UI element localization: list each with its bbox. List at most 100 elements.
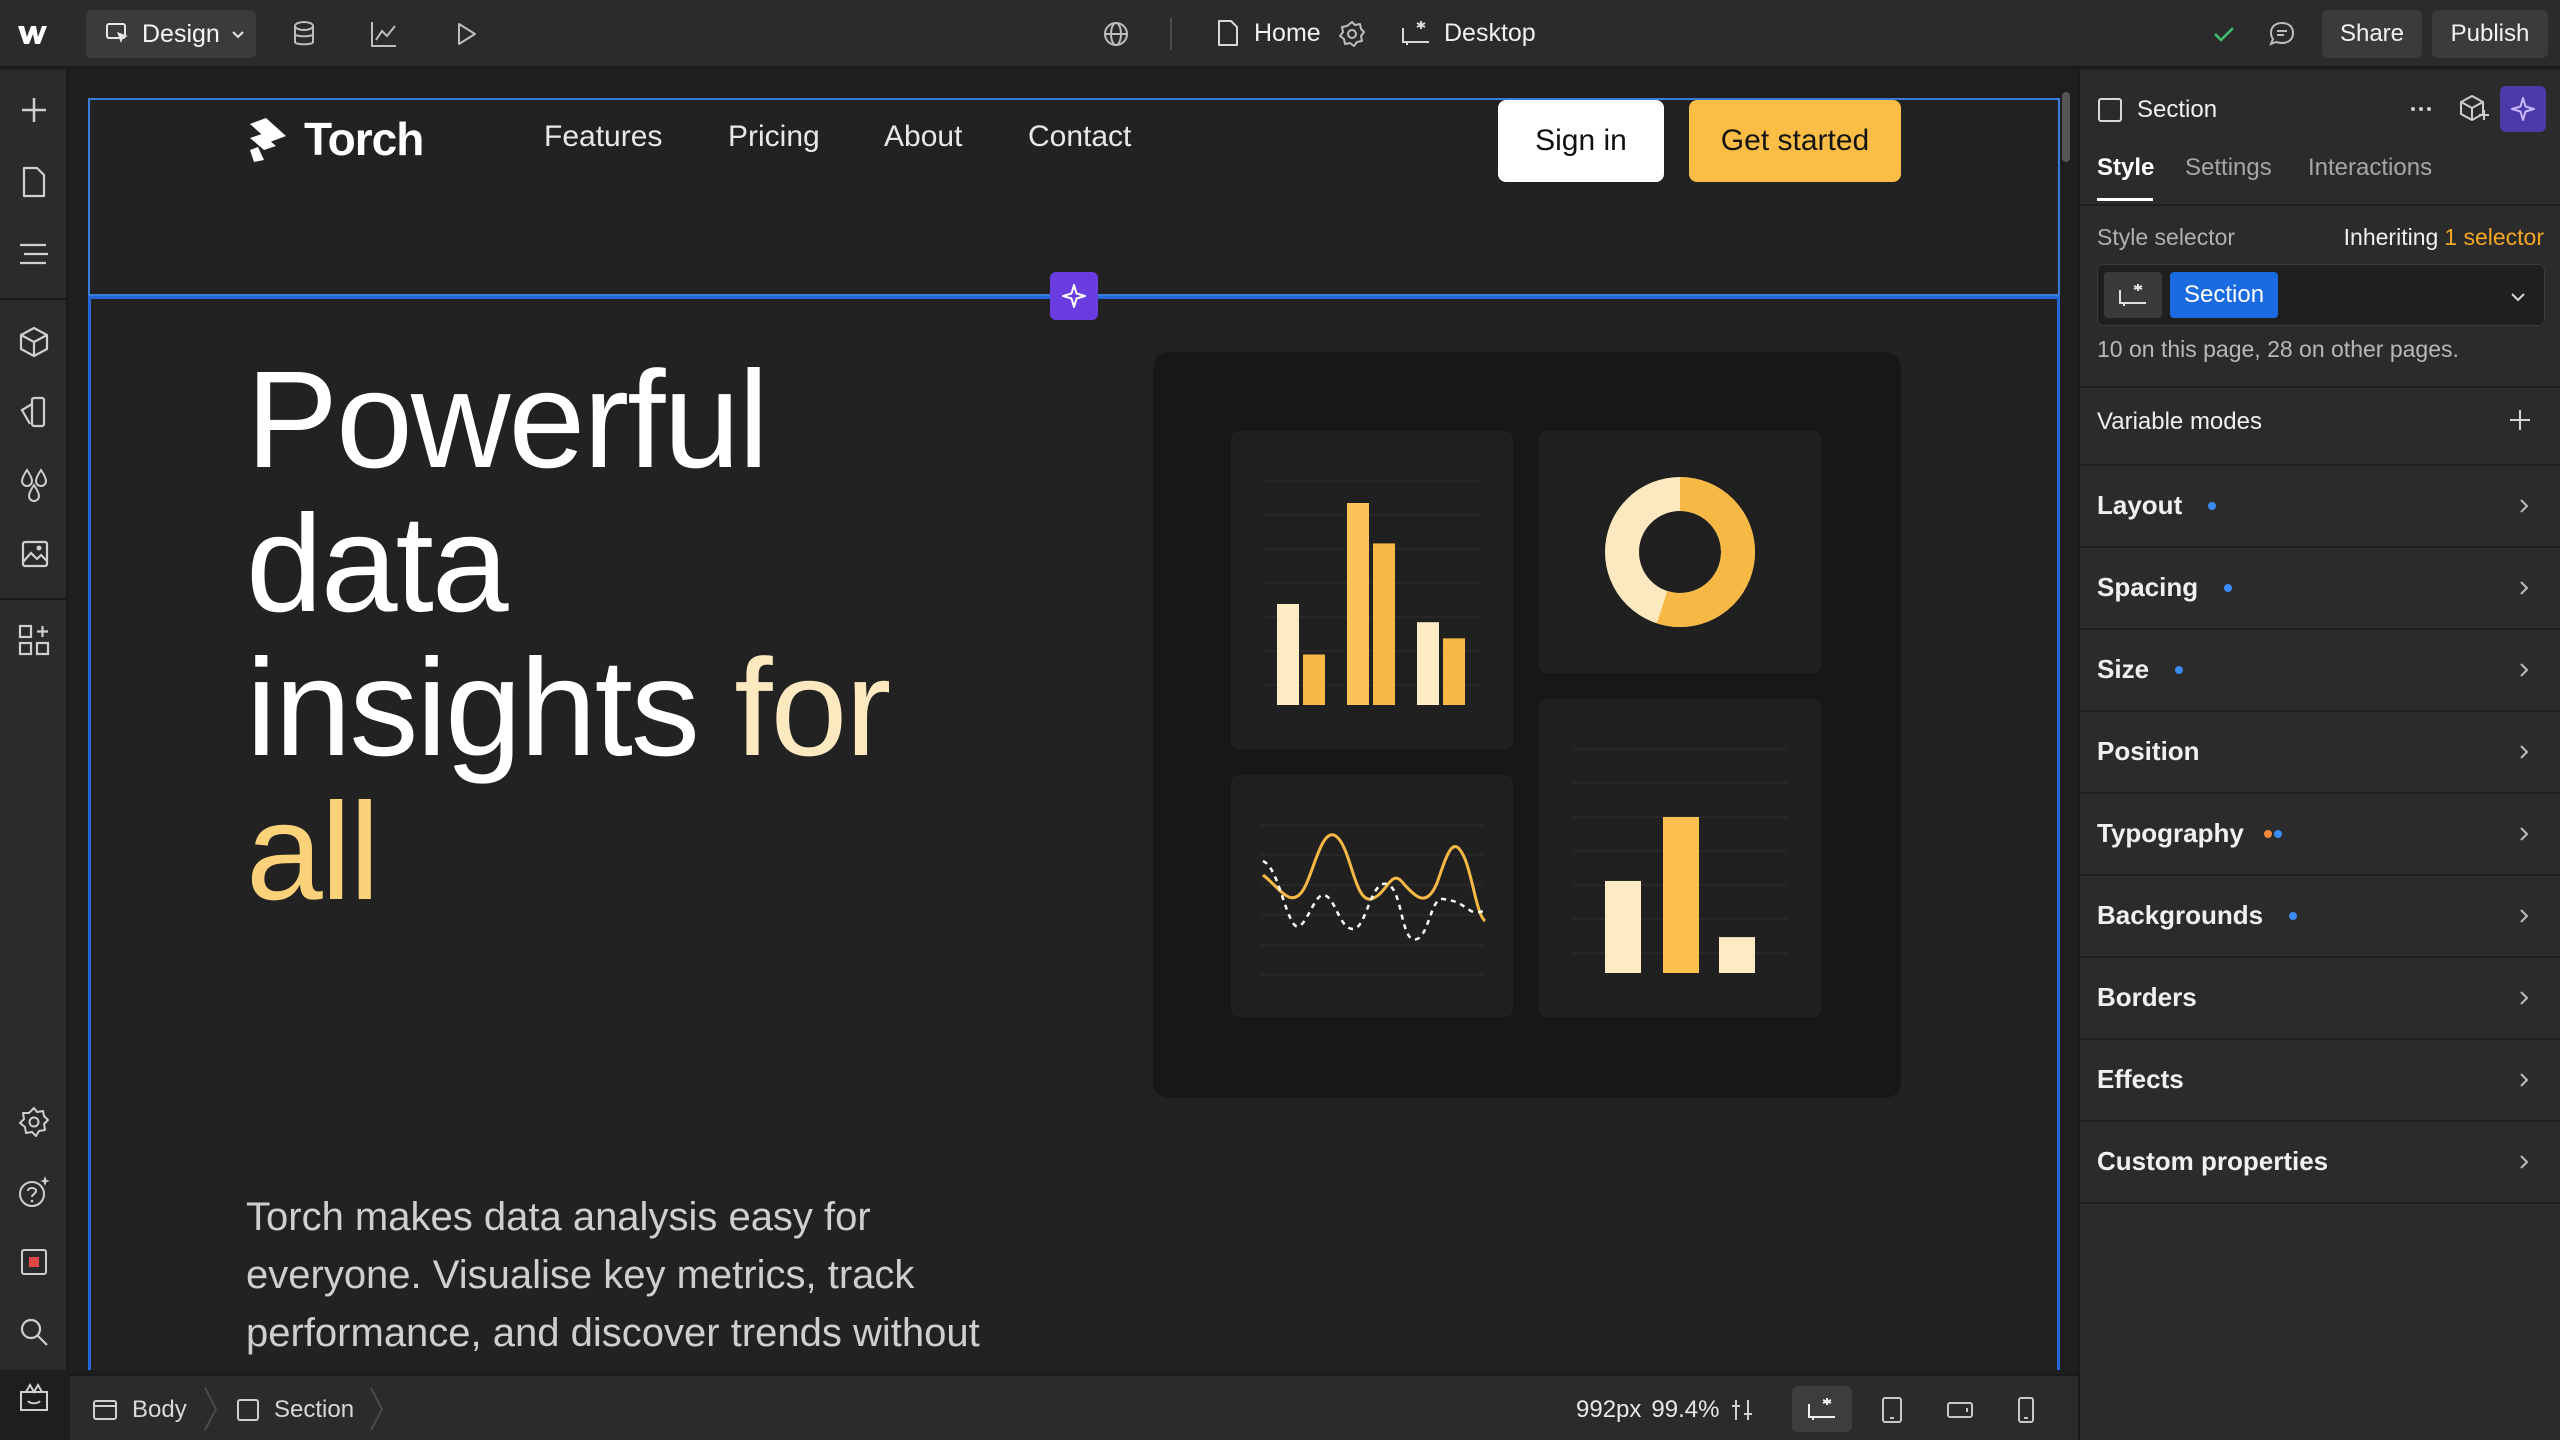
modified-indicator-dot — [2289, 911, 2298, 920]
property-label-text: Spacing — [2097, 572, 2199, 602]
section-divider — [2080, 386, 2560, 388]
more-options-icon[interactable] — [2406, 94, 2436, 124]
page-settings-gear-icon[interactable] — [1336, 18, 1368, 50]
canvas-size-readout[interactable]: 992px 99.4% — [1576, 1396, 1755, 1424]
site-brand[interactable]: Torch — [246, 112, 424, 166]
variables-drops-icon[interactable] — [16, 466, 52, 502]
apps-icon[interactable] — [16, 622, 52, 658]
headline-accent-for: for — [734, 631, 891, 785]
bar-chart-card — [1231, 431, 1513, 749]
breakpoint-selector[interactable]: Desktop — [1400, 18, 1536, 48]
chevron-right-icon — [2520, 1073, 2529, 1087]
breadcrumb-separator — [204, 1387, 218, 1431]
add-variable-mode-icon[interactable] — [2506, 406, 2534, 434]
navigator-icon[interactable] — [16, 236, 52, 272]
canvas-scrollbar[interactable] — [2060, 80, 2070, 1370]
bar-chart-1 — [1265, 480, 1479, 705]
share-button[interactable]: Share — [2322, 10, 2422, 58]
selected-element-name: Section — [2137, 96, 2218, 123]
marketplace-icon[interactable] — [16, 1380, 52, 1416]
assets-image-icon[interactable] — [16, 536, 52, 572]
property-section-borders[interactable]: Borders — [2080, 958, 2560, 1040]
inheriting-selector-link[interactable]: 1 selector — [2444, 224, 2544, 251]
breadcrumb-body[interactable]: Body — [92, 1396, 187, 1424]
property-section-layout[interactable]: Layout — [2080, 466, 2560, 548]
help-ai-icon[interactable] — [16, 1174, 52, 1210]
ai-assistant-badge[interactable] — [1050, 272, 1098, 320]
inheriting-info: Inheriting 1 selector — [2344, 224, 2544, 251]
create-component-icon[interactable] — [2458, 92, 2490, 124]
modified-dot — [2273, 829, 2282, 838]
sparkle-icon — [1062, 284, 1086, 308]
property-section-custom-properties[interactable]: Custom properties — [2080, 1122, 2560, 1204]
breakpoint-mobile-landscape-button[interactable] — [1946, 1398, 1974, 1422]
tab-settings[interactable]: Settings — [2185, 154, 2272, 182]
property-section-typography[interactable]: Typography — [2080, 794, 2560, 876]
ai-assist-button[interactable] — [2500, 86, 2546, 132]
left-tool-rail — [0, 70, 68, 1411]
desktop-breakpoint-icon — [1402, 21, 1429, 45]
tab-style[interactable]: Style — [2097, 154, 2154, 182]
search-icon[interactable] — [16, 1314, 52, 1350]
modified-indicator-dot — [2224, 583, 2233, 592]
tabs-divider — [2080, 204, 2560, 206]
get-started-button[interactable]: Get started — [1689, 100, 1901, 182]
property-label-text: Size — [2097, 654, 2150, 684]
webflow-logo-icon[interactable] — [16, 18, 48, 50]
components-icon[interactable] — [16, 324, 52, 360]
inheriting-label: Inheriting — [2343, 224, 2439, 250]
style-guide-icon[interactable] — [16, 394, 52, 430]
settings-gear-icon[interactable] — [16, 1104, 52, 1140]
pages-icon[interactable] — [16, 164, 52, 200]
scrollbar-thumb[interactable] — [2062, 92, 2070, 162]
property-section-label: Effects — [2097, 1064, 2184, 1095]
design-canvas[interactable]: Torch Features Pricing About Contact Sig… — [70, 70, 2070, 1370]
tablet-icon — [1882, 1397, 1902, 1423]
nav-link-pricing[interactable]: Pricing — [728, 120, 820, 154]
desktop-breakpoint-icon — [1808, 1398, 1835, 1420]
breakpoint-scope-toggle[interactable] — [2104, 272, 2162, 318]
tab-interactions[interactable]: Interactions — [2308, 154, 2432, 182]
breakpoint-mobile-portrait-button[interactable] — [2016, 1396, 2036, 1424]
property-section-size[interactable]: Size — [2080, 630, 2560, 712]
nav-link-features[interactable]: Features — [544, 120, 662, 154]
nav-link-about[interactable]: About — [884, 120, 962, 154]
property-section-label: Typography — [2097, 818, 2282, 849]
publish-button[interactable]: Publish — [2432, 10, 2548, 58]
bar-1-3 — [1373, 543, 1395, 705]
record-stop-icon[interactable] — [16, 1244, 52, 1280]
globe-icon[interactable] — [1100, 18, 1132, 50]
line-chart-card — [1231, 775, 1513, 1017]
selector-chip[interactable]: Section — [2170, 272, 2279, 318]
top-toolbar: Design Home Desktop Share Publish — [0, 0, 2560, 68]
chevron-right-icon — [2520, 1155, 2529, 1169]
comments-icon[interactable] — [2266, 18, 2298, 50]
property-section-effects[interactable]: Effects — [2080, 1040, 2560, 1122]
variable-modes-label: Variable modes — [2097, 408, 2262, 435]
breadcrumb-section[interactable]: Section — [236, 1396, 354, 1424]
bar-1-4 — [1417, 622, 1439, 705]
nav-link-contact[interactable]: Contact — [1028, 120, 1131, 154]
database-icon[interactable] — [288, 18, 320, 50]
breadcrumb-body-label: Body — [132, 1396, 187, 1423]
property-section-label: Layout — [2097, 490, 2217, 521]
body-element-icon — [93, 1400, 117, 1420]
mode-switcher[interactable]: Design — [86, 10, 256, 58]
style-selector-field[interactable]: Section — [2097, 264, 2545, 326]
analytics-icon[interactable] — [368, 18, 400, 50]
breakpoint-desktop-button[interactable] — [1792, 1386, 1852, 1432]
add-elements-icon[interactable] — [16, 92, 52, 128]
property-section-backgrounds[interactable]: Backgrounds — [2080, 876, 2560, 958]
breakpoint-tablet-button[interactable] — [1880, 1396, 1904, 1424]
selected-element-header: Section — [2097, 96, 2217, 124]
property-section-position[interactable]: Position — [2080, 712, 2560, 794]
property-section-spacing[interactable]: Spacing — [2080, 548, 2560, 630]
property-label-text: Custom properties — [2097, 1146, 2329, 1176]
sign-in-button[interactable]: Sign in — [1498, 100, 1664, 182]
page-selector[interactable]: Home — [1214, 18, 1321, 48]
page-name: Home — [1254, 18, 1321, 47]
breadcrumb-section-label: Section — [274, 1396, 355, 1423]
chevron-down-icon[interactable] — [2508, 287, 2528, 307]
preview-play-icon[interactable] — [450, 18, 482, 50]
style-panel: Section Style Settings Interactions Styl… — [2078, 70, 2560, 1440]
